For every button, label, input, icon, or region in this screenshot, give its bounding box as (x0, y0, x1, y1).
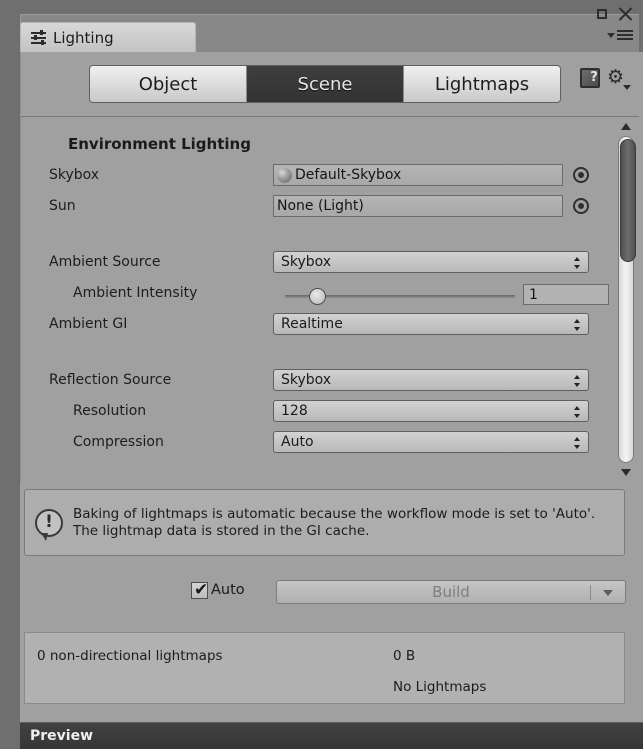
mode-toolbar: Object Scene Lightmaps ? ⚙ (20, 52, 639, 114)
build-button-label: Build (432, 583, 470, 601)
label-ambient-intensity: Ambient Intensity (73, 285, 198, 301)
preview-label: Preview (30, 728, 94, 744)
window-titlebar: Lighting (0, 0, 643, 52)
label-resolution: Resolution (73, 403, 147, 419)
row-reflection-source: Reflection Source Skybox (21, 369, 613, 393)
row-ambient-source: Ambient Source Skybox (21, 251, 613, 275)
settings-list: Environment Lighting Skybox Default-Skyb… (21, 117, 613, 482)
row-resolution: Resolution 128 (21, 400, 613, 424)
mode-tabs: Object Scene Lightmaps (89, 65, 561, 103)
compression-value: Auto (281, 434, 314, 450)
stat-size: 0 B (393, 648, 416, 664)
info-message-box: ! Baking of lightmaps is automatic becau… (24, 489, 625, 556)
scroll-down-arrow-icon[interactable] (617, 465, 635, 479)
dropdown-arrows-icon (574, 436, 581, 450)
ambient-gi-value: Realtime (281, 316, 343, 332)
reflection-source-value: Skybox (281, 372, 332, 388)
ambient-gi-dropdown[interactable]: Realtime (273, 313, 589, 335)
ambient-intensity-value-field[interactable]: 1 (523, 284, 609, 305)
window-controls (595, 6, 633, 22)
lightmap-stats-panel: 0 non-directional lightmaps 0 B No Light… (24, 632, 625, 704)
window-tab-label: Lighting (53, 28, 114, 47)
row-compression: Compression Auto (21, 431, 613, 455)
sliders-icon (31, 29, 46, 45)
label-sun: Sun (49, 198, 76, 214)
row-sun: Sun None (Light) (21, 195, 613, 219)
skybox-object-field[interactable]: Default-Skybox (273, 164, 563, 186)
preview-bar[interactable]: Preview (20, 722, 643, 749)
row-skybox: Skybox Default-Skybox (21, 164, 613, 188)
row-ambient-gi: Ambient GI Realtime (21, 313, 613, 337)
tab-scene[interactable]: Scene (247, 66, 404, 102)
stat-lightmaps-count: 0 non-directional lightmaps (37, 648, 223, 664)
label-skybox: Skybox (49, 167, 100, 183)
info-message-text: Baking of lightmaps is automatic because… (73, 505, 596, 539)
sun-object-picker-icon[interactable] (573, 198, 589, 214)
label-reflection-source: Reflection Source (49, 372, 172, 388)
ambient-source-dropdown[interactable]: Skybox (273, 251, 589, 273)
window-menu-button[interactable] (607, 30, 633, 41)
ambient-intensity-slider-thumb[interactable] (309, 288, 326, 305)
tab-lightmaps[interactable]: Lightmaps (404, 66, 560, 102)
ambient-source-value: Skybox (281, 254, 332, 270)
dropdown-arrows-icon (574, 256, 581, 270)
reflection-source-dropdown[interactable]: Skybox (273, 369, 589, 391)
lighting-window: Lighting Object Scene Lightmaps ? ⚙ Envi… (0, 0, 643, 749)
chevron-down-icon[interactable] (603, 590, 613, 596)
label-ambient-source: Ambient Source (49, 254, 161, 270)
maximize-icon[interactable] (595, 7, 609, 21)
row-ambient-intensity: Ambient Intensity 1 (21, 282, 613, 306)
dropdown-arrows-icon (574, 318, 581, 332)
tab-object[interactable]: Object (90, 66, 247, 102)
skybox-value: Default-Skybox (295, 167, 402, 183)
chevron-down-icon (623, 85, 631, 90)
settings-scroll-panel: Environment Lighting Skybox Default-Skyb… (20, 116, 639, 482)
resolution-dropdown[interactable]: 128 (273, 400, 589, 422)
build-button[interactable]: Build (276, 580, 626, 604)
auto-checkbox[interactable]: ✔ (191, 580, 209, 600)
skybox-object-picker-icon[interactable] (573, 167, 589, 183)
scrollbar-track[interactable] (618, 136, 636, 463)
hamburger-menu-icon (617, 30, 633, 41)
auto-label: Auto (211, 582, 245, 598)
gear-icon[interactable]: ⚙ (607, 68, 631, 90)
info-speech-bubble-icon: ! (35, 508, 63, 541)
section-title-environment-lighting: Environment Lighting (68, 135, 251, 153)
stat-status: No Lightmaps (393, 679, 487, 695)
dropdown-arrows-icon (574, 374, 581, 388)
vertical-scrollbar[interactable] (617, 120, 636, 479)
resolution-value: 128 (281, 403, 308, 419)
sphere-material-icon (277, 167, 292, 183)
label-compression: Compression (73, 434, 164, 450)
sun-object-field[interactable]: None (Light) (273, 195, 563, 217)
window-tab-lighting[interactable]: Lighting (20, 22, 196, 52)
label-ambient-gi: Ambient GI (49, 316, 128, 332)
chevron-down-icon (607, 33, 615, 38)
window-left-gutter (0, 0, 20, 749)
close-icon[interactable] (617, 6, 633, 22)
scroll-up-arrow-icon[interactable] (617, 120, 635, 134)
checkmark-icon: ✔ (194, 580, 209, 600)
sun-value: None (Light) (277, 198, 364, 214)
compression-dropdown[interactable]: Auto (273, 431, 589, 453)
build-row: ✔ Auto Build (0, 576, 643, 608)
dropdown-arrows-icon (574, 405, 581, 419)
scrollbar-thumb[interactable] (620, 139, 636, 262)
help-book-icon[interactable]: ? (580, 68, 602, 90)
